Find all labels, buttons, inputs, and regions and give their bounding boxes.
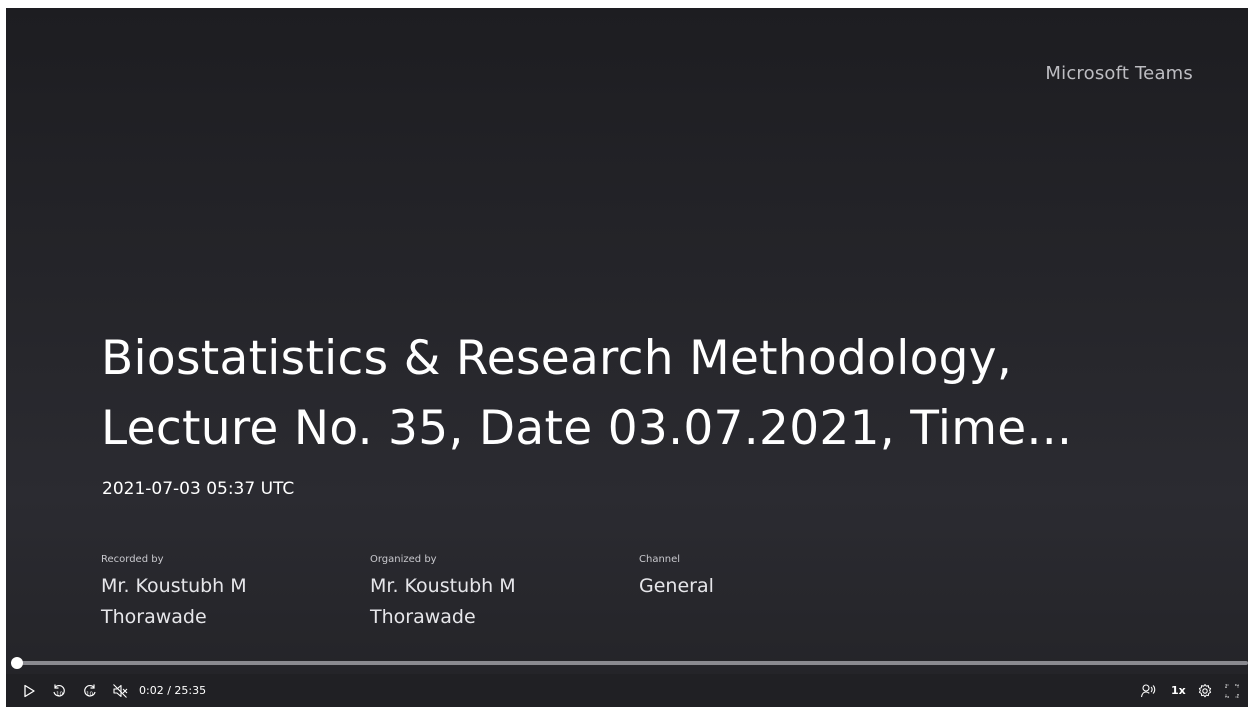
- channel-label: Channel: [639, 554, 681, 565]
- progress-bar[interactable]: [10, 657, 1248, 669]
- settings-button[interactable]: [1196, 682, 1214, 700]
- organized-by-value: Mr. Koustubh M Thorawade: [370, 575, 516, 628]
- brand-label: Microsoft Teams: [1045, 63, 1193, 84]
- fullscreen-button[interactable]: [1223, 682, 1241, 700]
- play-button[interactable]: [20, 682, 38, 700]
- rewind-10-button[interactable]: 10: [49, 682, 69, 700]
- recording-timestamp: 2021-07-03 05:37 UTC: [102, 479, 295, 499]
- channel: Channel General: [639, 554, 839, 602]
- recording-title: Biostatistics & Research Methodology, Le…: [101, 324, 1201, 464]
- recorded-by-label: Recorded by: [101, 554, 164, 565]
- title-line-2: Lecture No. 35, Date 03.07.2021, Time...: [101, 401, 1073, 456]
- time-display: 0:02 / 25:35: [139, 684, 207, 697]
- transcript-button[interactable]: [1138, 682, 1158, 700]
- forward-10-icon: 10: [84, 684, 96, 698]
- forward-10-button[interactable]: 10: [80, 682, 100, 700]
- svg-text:10: 10: [86, 692, 93, 698]
- settings-icon: [1198, 684, 1212, 698]
- mute-button[interactable]: [110, 682, 130, 700]
- organized-by: Organized by Mr. Koustubh M Thorawade: [370, 554, 570, 633]
- title-line-1: Biostatistics & Research Methodology,: [101, 331, 1013, 386]
- channel-value: General: [639, 575, 714, 597]
- play-icon: [24, 684, 35, 698]
- organized-by-label: Organized by: [370, 554, 437, 565]
- recorded-by: Recorded by Mr. Koustubh M Thorawade: [101, 554, 301, 633]
- control-bar: 10 10 0:02 / 25:35 1x: [6, 674, 1248, 707]
- playback-speed-button[interactable]: 1x: [1171, 684, 1186, 697]
- svg-text:10: 10: [56, 692, 63, 698]
- recorded-by-value: Mr. Koustubh M Thorawade: [101, 575, 247, 628]
- transcript-icon: [1140, 684, 1156, 698]
- mute-icon: [113, 684, 128, 698]
- rewind-10-icon: 10: [53, 684, 65, 698]
- video-player[interactable]: Microsoft Teams Biostatistics & Research…: [6, 8, 1248, 707]
- progress-handle[interactable]: [10, 657, 23, 669]
- fullscreen-icon: [1225, 684, 1239, 698]
